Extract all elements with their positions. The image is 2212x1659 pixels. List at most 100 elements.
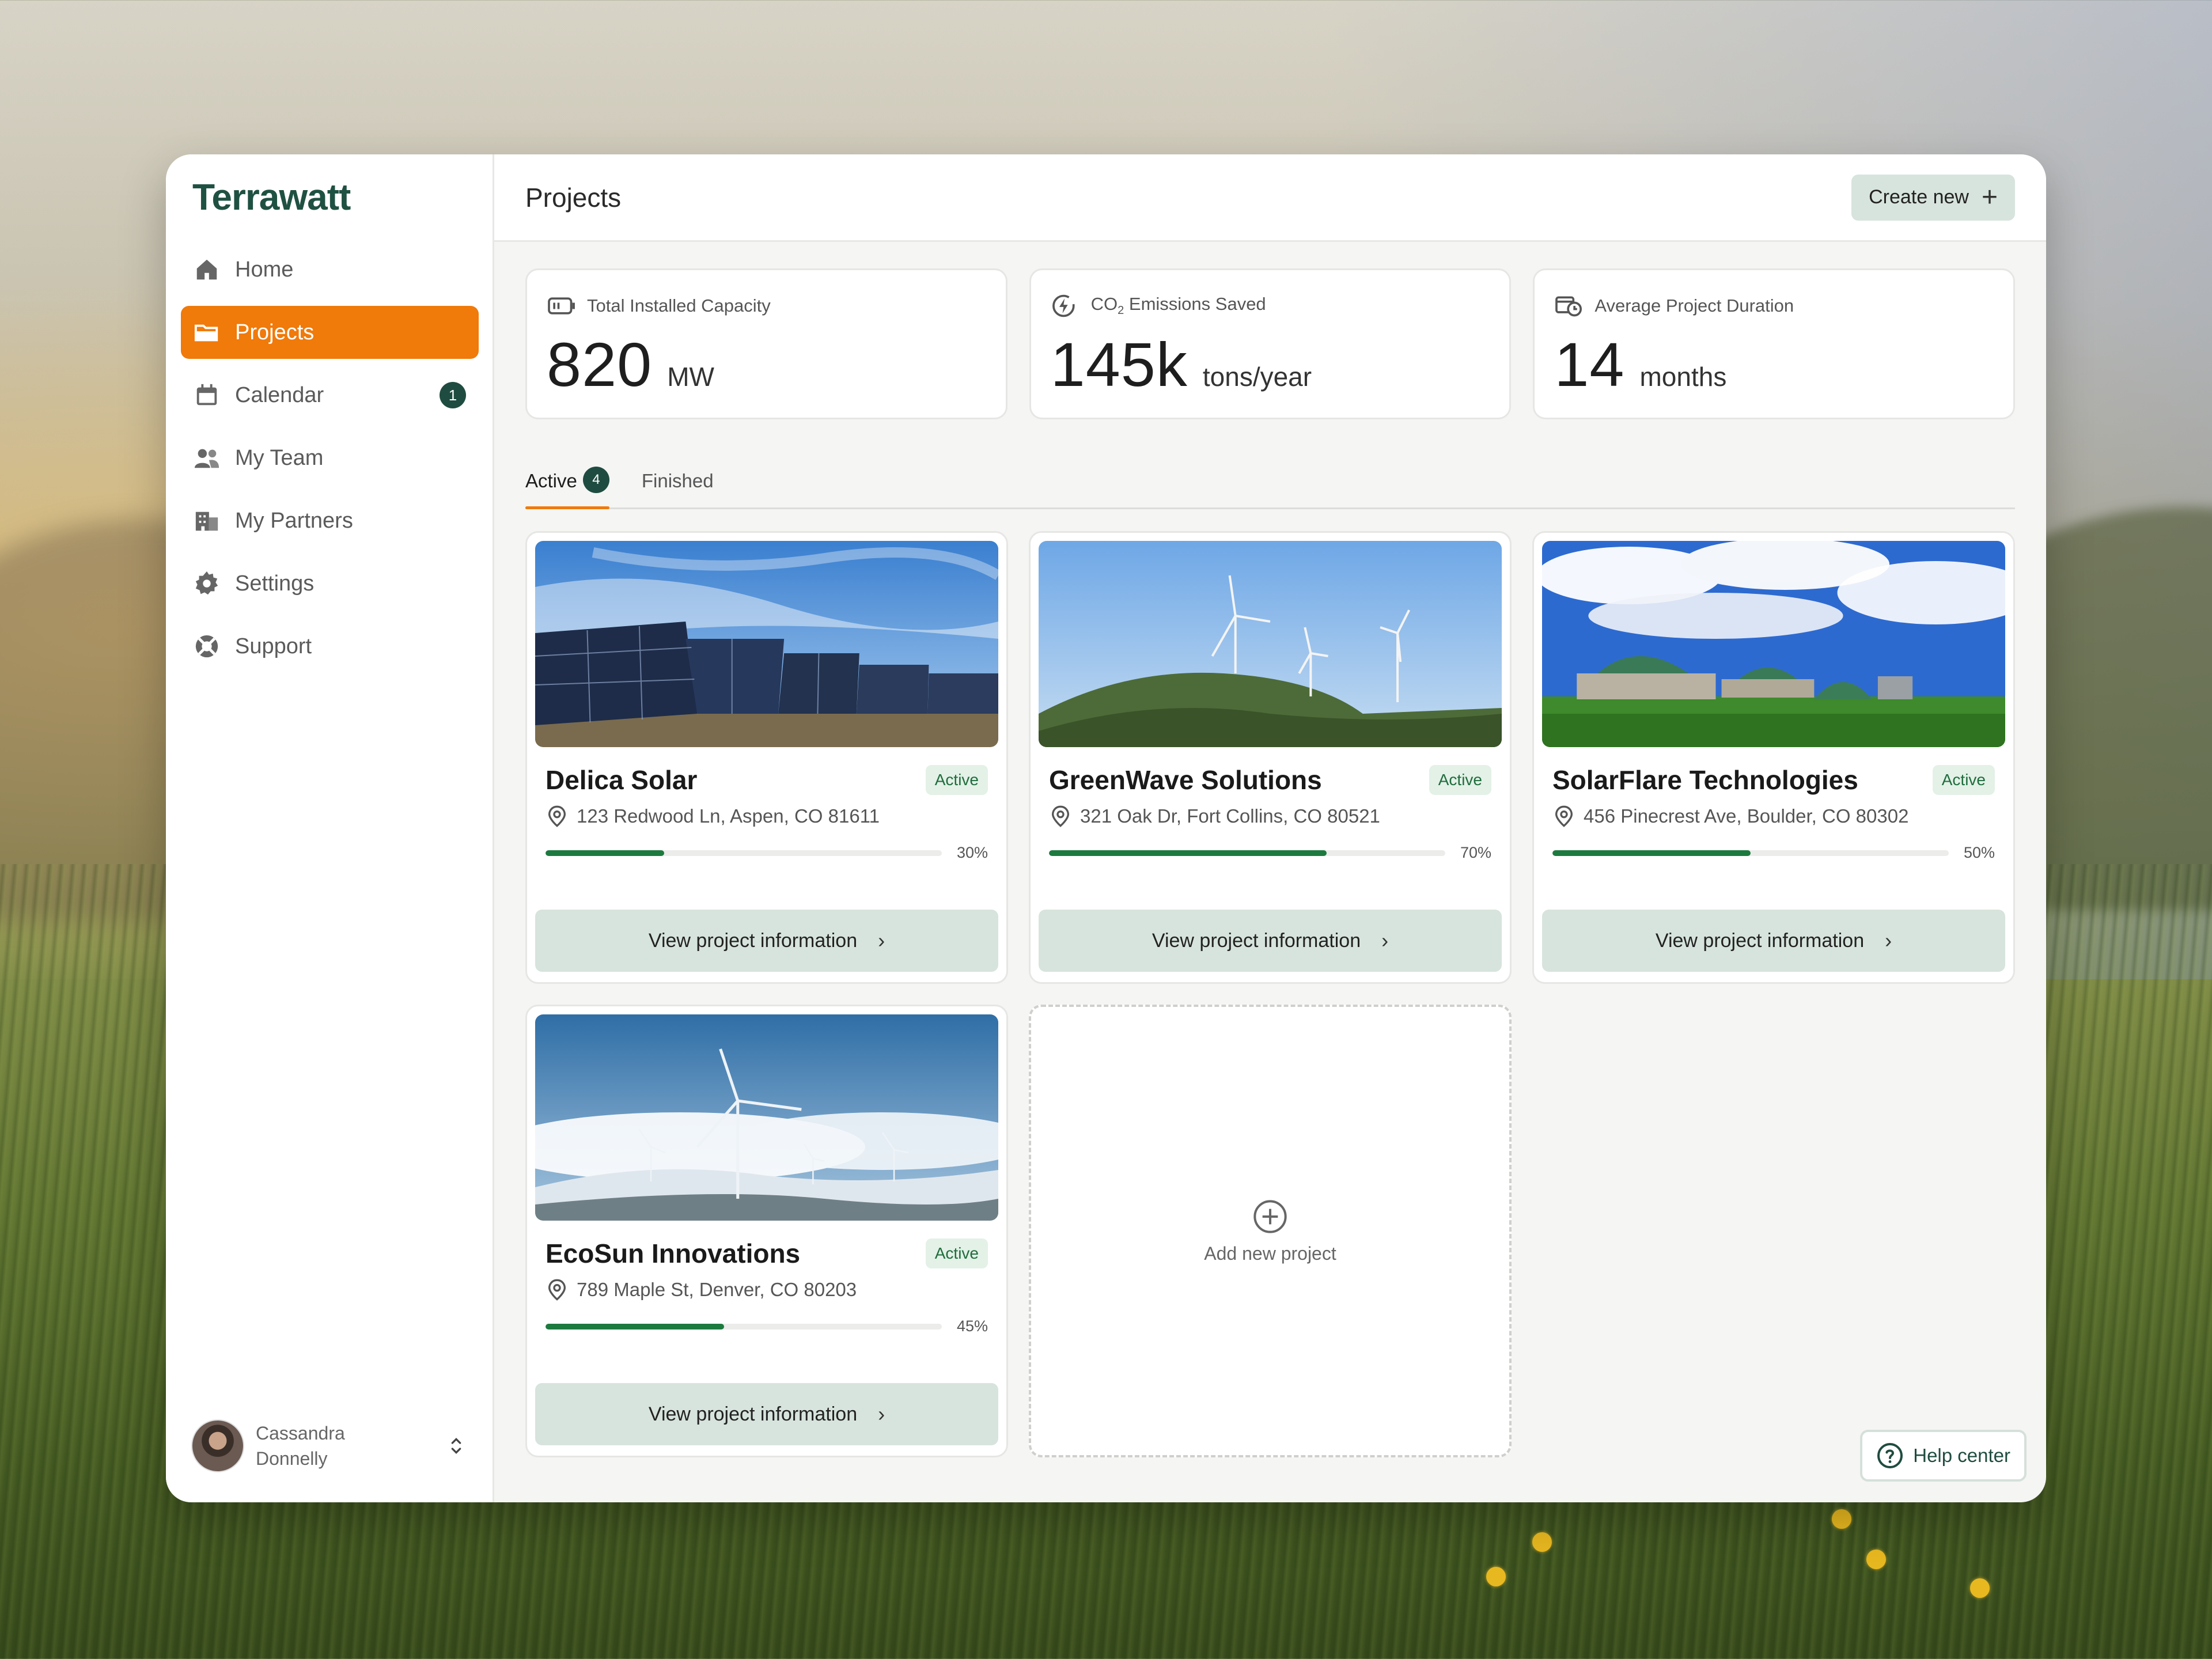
progress-percent: 50% — [1963, 844, 1995, 861]
stat-label: Total Installed Capacity — [587, 296, 771, 316]
status-badge: Active — [1429, 765, 1491, 795]
project-card: Delica Solar Active 123 Redwood Ln, Aspe… — [525, 531, 1008, 984]
status-badge: Active — [925, 1238, 988, 1268]
sidebar-item-home[interactable]: Home — [181, 243, 479, 296]
project-address: 456 Pinecrest Ave, Boulder, CO 80302 — [1584, 805, 1909, 827]
project-image-wind-turbines-hills — [1039, 541, 1502, 747]
project-address: 123 Redwood Ln, Aspen, CO 81611 — [577, 805, 880, 827]
sidebar-item-label: My Partners — [235, 508, 353, 533]
sidebar-item-label: Settings — [235, 571, 315, 596]
lifebuoy-icon — [194, 633, 220, 660]
location-pin-icon — [1051, 805, 1070, 827]
project-address: 321 Oak Dr, Fort Collins, CO 80521 — [1080, 805, 1380, 827]
sidebar-item-label: My Team — [235, 445, 324, 470]
stat-unit: months — [1639, 362, 1727, 392]
project-card: EcoSun Innovations Active 789 Maple St, … — [525, 1005, 1008, 1457]
sidebar-item-label: Calendar — [235, 382, 324, 407]
user-menu[interactable]: Cassandra Donnelly — [191, 1419, 468, 1472]
view-project-button[interactable]: View project information › — [1039, 910, 1502, 972]
view-project-label: View project information — [1655, 929, 1865, 952]
progress-fill — [1552, 850, 1751, 856]
tab-label: Active — [525, 470, 577, 491]
brand-logo[interactable]: Terrawatt — [192, 175, 479, 219]
chevron-up-down-icon[interactable] — [445, 1434, 468, 1457]
calendar-badge: 1 — [440, 382, 466, 408]
user-first-name: Cassandra — [256, 1423, 345, 1444]
project-card: GreenWave Solutions Active 321 Oak Dr, F… — [1029, 531, 1512, 984]
project-address: 789 Maple St, Denver, CO 80203 — [577, 1279, 857, 1300]
project-card: SolarFlare Technologies Active 456 Pinec… — [1532, 531, 2015, 984]
progress-bar — [546, 1323, 942, 1330]
team-icon — [194, 445, 220, 471]
project-image-solar-panels — [535, 541, 998, 747]
sidebar-item-my-partners[interactable]: My Partners — [181, 494, 479, 547]
status-badge: Active — [1932, 765, 1995, 795]
view-project-button[interactable]: View project information › — [1542, 910, 2005, 972]
tab-active[interactable]: Active 4 — [525, 463, 609, 509]
project-image-biogas-domes — [1542, 541, 2005, 747]
progress-percent: 70% — [1460, 844, 1491, 861]
chevron-right-icon: › — [1885, 929, 1892, 952]
sidebar-item-my-team[interactable]: My Team — [181, 431, 479, 484]
progress-percent: 45% — [956, 1317, 988, 1335]
stat-unit: tons/year — [1202, 362, 1312, 392]
tab-count-badge: 4 — [582, 467, 609, 493]
location-pin-icon — [548, 1279, 566, 1301]
view-project-label: View project information — [1152, 929, 1361, 952]
stat-card-duration: Average Project Duration 14 months — [1533, 268, 2016, 419]
project-title: EcoSun Innovations — [546, 1238, 801, 1268]
progress-fill — [546, 850, 665, 856]
view-project-label: View project information — [648, 1403, 858, 1425]
progress-fill — [546, 1323, 724, 1330]
folder-icon — [194, 319, 220, 346]
plus-icon: + — [1981, 181, 1998, 213]
page-title: Projects — [525, 182, 622, 213]
sidebar-item-settings[interactable]: Settings — [181, 557, 479, 610]
chevron-right-icon: › — [878, 929, 885, 952]
tab-label: Finished — [641, 470, 714, 491]
project-image-wind-turbines-snow — [535, 1014, 998, 1221]
sidebar-nav: Home Projects Calendar 1 My Team My Part… — [181, 243, 479, 673]
stat-card-emissions: CO2 Emissions Saved 145k tons/year — [1029, 268, 1512, 419]
calendar-icon — [194, 382, 220, 408]
add-new-project-card[interactable]: Add new project — [1029, 1005, 1512, 1457]
view-project-button[interactable]: View project information › — [535, 1383, 998, 1445]
add-new-project-label: Add new project — [1204, 1243, 1336, 1264]
sidebar: Terrawatt Home Projects Calendar 1 My Te… — [166, 154, 494, 1502]
project-title: SolarFlare Technologies — [1552, 765, 1858, 795]
progress-percent: 30% — [956, 844, 988, 861]
sidebar-item-label: Home — [235, 257, 294, 282]
building-icon — [194, 507, 220, 534]
progress-fill — [1049, 850, 1327, 856]
status-badge: Active — [925, 765, 988, 795]
user-last-name: Donnelly — [256, 1448, 328, 1469]
sidebar-item-support[interactable]: Support — [181, 620, 479, 673]
question-circle-icon — [1877, 1443, 1903, 1468]
sidebar-item-label: Support — [235, 634, 312, 658]
tab-finished[interactable]: Finished — [642, 463, 714, 507]
project-grid: Delica Solar Active 123 Redwood Ln, Aspe… — [525, 531, 2015, 1457]
gear-icon — [194, 570, 220, 597]
stat-value: 820 — [547, 329, 653, 399]
project-title: GreenWave Solutions — [1049, 765, 1322, 795]
stat-value: 14 — [1554, 329, 1625, 399]
sidebar-item-label: Projects — [235, 320, 315, 344]
view-project-label: View project information — [648, 929, 858, 952]
create-new-button[interactable]: Create new + — [1851, 174, 2015, 221]
progress-bar — [546, 850, 942, 856]
user-name: Cassandra Donnelly — [256, 1421, 382, 1471]
location-pin-icon — [548, 805, 566, 827]
app-window: Terrawatt Home Projects Calendar 1 My Te… — [166, 154, 2046, 1502]
calendar-clock-icon — [1555, 296, 1582, 317]
sidebar-item-projects[interactable]: Projects — [181, 306, 479, 359]
stat-label: Average Project Duration — [1594, 296, 1794, 316]
content-area: Total Installed Capacity 820 MW CO2 Emis… — [494, 242, 2046, 1457]
project-title: Delica Solar — [546, 765, 698, 795]
sidebar-item-calendar[interactable]: Calendar 1 — [181, 369, 479, 422]
home-icon — [194, 256, 220, 283]
topbar: Projects Create new + — [494, 154, 2046, 242]
help-center-button[interactable]: Help center — [1860, 1430, 2027, 1482]
view-project-button[interactable]: View project information › — [535, 910, 998, 972]
stat-value: 145k — [1050, 329, 1188, 399]
main-panel: Projects Create new + Total Installed Ca… — [494, 154, 2046, 1502]
